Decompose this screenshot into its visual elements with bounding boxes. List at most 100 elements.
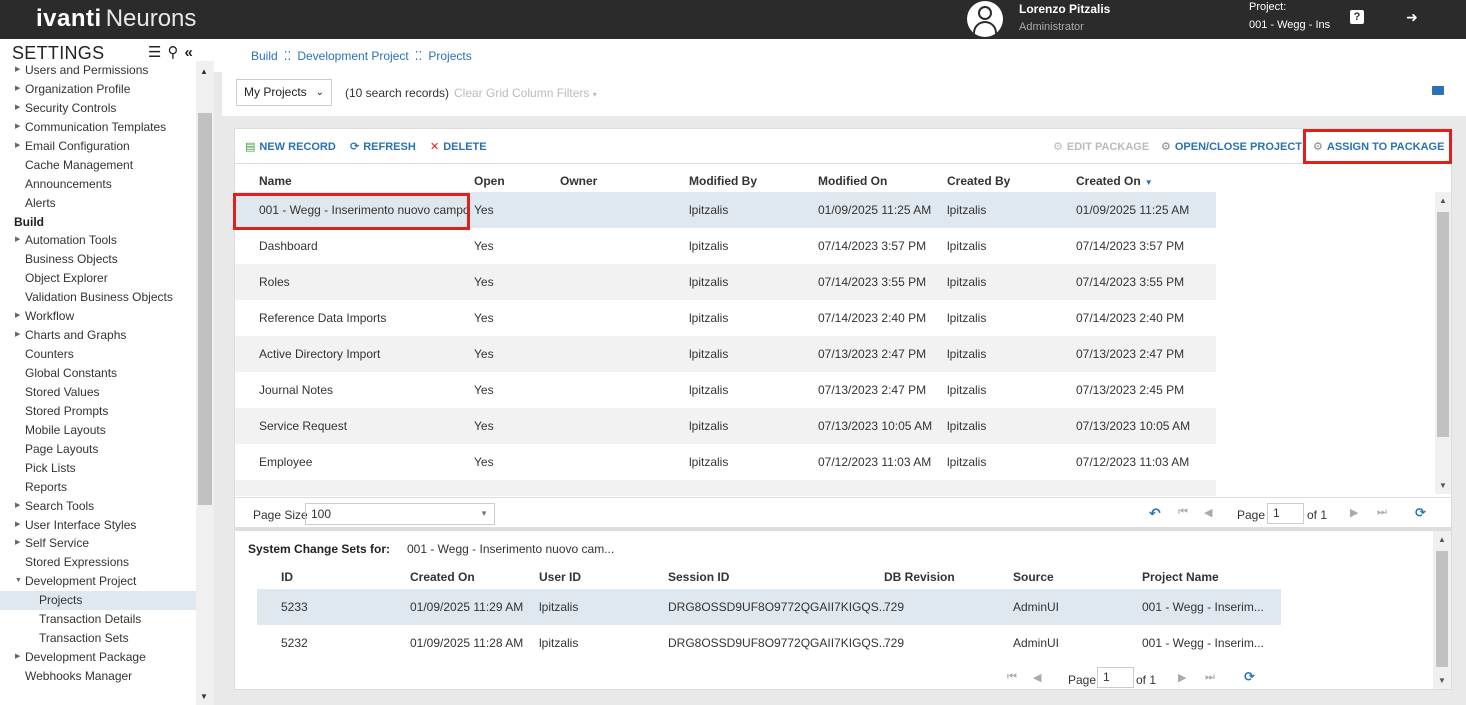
- caret-right-icon[interactable]: ▶: [15, 80, 20, 99]
- sidebar-item-communication-templates[interactable]: ▶ Communication Templates: [0, 118, 196, 137]
- sidebar-item-pick-lists[interactable]: Pick Lists: [0, 459, 196, 478]
- breadcrumb-development-project[interactable]: Development Project: [297, 49, 408, 63]
- table-row[interactable]: 5232 01/09/2025 11:28 AM lpitzalis DRG8OSSD…: [257, 625, 1281, 661]
- sidebar-item-object-explorer[interactable]: Object Explorer: [0, 269, 196, 288]
- search-icon[interactable]: ⚲: [167, 44, 178, 61]
- folder-icon[interactable]: [1432, 86, 1444, 95]
- scroll-up-icon[interactable]: ▲: [1438, 535, 1446, 544]
- sidebar-item-validation-business-objects[interactable]: Validation Business Objects: [0, 288, 196, 307]
- sidebar-item-development-project[interactable]: ▼ Development Project: [0, 572, 196, 591]
- grid-scrollbar[interactable]: ▲ ▼: [1435, 192, 1451, 494]
- column-created-on[interactable]: Created On ▼: [1076, 174, 1153, 188]
- column-modified-by[interactable]: Modified By: [689, 174, 757, 188]
- new-record-button[interactable]: ▤ NEW RECORD: [245, 140, 336, 153]
- caret-right-icon[interactable]: ▶: [15, 648, 20, 667]
- sidebar-item-reports[interactable]: Reports: [0, 478, 196, 497]
- table-row[interactable]: Employee Yes lpitzalis 07/12/2023 11:03 AM l…: [235, 444, 1216, 480]
- sidebar-item-users-and-permissions[interactable]: ▶ Users and Permissions: [0, 61, 196, 80]
- sidebar-item-alerts[interactable]: Alerts: [0, 194, 196, 213]
- caret-right-icon[interactable]: ▶: [15, 307, 20, 326]
- logout-icon[interactable]: ➜: [1405, 10, 1419, 24]
- column-modified-on[interactable]: Modified On: [818, 174, 887, 188]
- cs-column-id[interactable]: ID: [281, 570, 293, 584]
- sidebar-item-global-constants[interactable]: Global Constants: [0, 364, 196, 383]
- caret-right-icon[interactable]: ▶: [15, 231, 20, 250]
- sidebar-item-stored-prompts[interactable]: Stored Prompts: [0, 402, 196, 421]
- caret-right-icon[interactable]: ▶: [15, 137, 20, 156]
- cs-refresh-icon[interactable]: ⟳: [1244, 669, 1255, 685]
- column-created-by[interactable]: Created By: [947, 174, 1010, 188]
- sidebar-item-transaction-details[interactable]: Transaction Details: [0, 610, 196, 629]
- page-size-select[interactable]: 100 ▼: [305, 503, 495, 525]
- caret-right-icon[interactable]: ▶: [15, 497, 20, 516]
- sidebar-item-cache-management[interactable]: Cache Management: [0, 156, 196, 175]
- refresh-icon[interactable]: ⟳: [1415, 505, 1426, 521]
- view-selector[interactable]: My Projects ⌄: [236, 79, 332, 106]
- scrollbar-thumb[interactable]: [198, 113, 212, 505]
- table-row[interactable]: Active Directory Import Yes lpitzalis 07/13…: [235, 336, 1216, 372]
- cs-last-page-icon[interactable]: ⏭: [1205, 671, 1215, 684]
- edit-package-button[interactable]: ⚙ EDIT PACKAGE: [1053, 140, 1149, 153]
- sidebar-item-self-service[interactable]: ▶ Self Service: [0, 534, 196, 553]
- sidebar-item-announcements[interactable]: Announcements: [0, 175, 196, 194]
- page-input[interactable]: 1: [1267, 503, 1304, 524]
- sidebar-item-user-interface-styles[interactable]: ▶ User Interface Styles: [0, 516, 196, 535]
- change-sets-scrollbar[interactable]: ▲ ▼: [1433, 531, 1451, 689]
- undo-icon[interactable]: ↶: [1149, 505, 1161, 522]
- scroll-down-icon[interactable]: ▼: [1439, 481, 1447, 490]
- next-page-icon[interactable]: ▶: [1350, 506, 1358, 519]
- delete-button[interactable]: ✕ DELETE: [430, 140, 487, 153]
- sidebar-item-mobile-layouts[interactable]: Mobile Layouts: [0, 421, 196, 440]
- cs-page-input[interactable]: 1: [1097, 667, 1134, 688]
- cs-next-page-icon[interactable]: ▶: [1178, 671, 1186, 684]
- sidebar-item-charts-and-graphs[interactable]: ▶ Charts and Graphs: [0, 326, 196, 345]
- sidebar-scrollbar[interactable]: ▲ ▼: [196, 61, 214, 705]
- breadcrumb-build[interactable]: Build: [251, 49, 278, 63]
- scrollbar-thumb[interactable]: [1437, 212, 1449, 437]
- cs-column-source[interactable]: Source: [1013, 570, 1054, 584]
- sidebar-item-counters[interactable]: Counters: [0, 345, 196, 364]
- collapse-sidebar-icon[interactable]: «: [184, 44, 192, 61]
- sidebar-item-stored-values[interactable]: Stored Values: [0, 383, 196, 402]
- table-row[interactable]: Journal Notes Yes lpitzalis 07/13/2023 2:47…: [235, 372, 1216, 408]
- caret-right-icon[interactable]: ▶: [15, 326, 20, 345]
- caret-right-icon[interactable]: ▶: [15, 534, 20, 553]
- column-open[interactable]: Open: [474, 174, 505, 188]
- cs-column-session-id[interactable]: Session ID: [668, 570, 729, 584]
- open-close-project-button[interactable]: ⚙ OPEN/CLOSE PROJECT: [1161, 140, 1302, 153]
- cs-column-user-id[interactable]: User ID: [539, 570, 581, 584]
- user-name[interactable]: Lorenzo Pitzalis: [1019, 2, 1110, 16]
- first-page-icon[interactable]: ⏮: [1178, 506, 1188, 519]
- sidebar-item-business-objects[interactable]: Business Objects: [0, 250, 196, 269]
- current-project[interactable]: 001 - Wegg - Ins: [1249, 19, 1333, 31]
- scroll-up-icon[interactable]: ▲: [1439, 196, 1447, 205]
- list-filter-icon[interactable]: ☰: [148, 44, 161, 61]
- table-row[interactable]: 5233 01/09/2025 11:29 AM lpitzalis DRG8OSSD…: [257, 589, 1281, 625]
- sidebar-item-email-configuration[interactable]: ▶ Email Configuration: [0, 137, 196, 156]
- scroll-down-icon[interactable]: ▼: [1438, 676, 1446, 685]
- sidebar-item-stored-expressions[interactable]: Stored Expressions: [0, 553, 196, 572]
- sidebar-item-security-controls[interactable]: ▶ Security Controls: [0, 99, 196, 118]
- prev-page-icon[interactable]: ◀: [1204, 506, 1212, 519]
- cs-first-page-icon[interactable]: ⏮: [1007, 671, 1017, 684]
- cs-column-created-on[interactable]: Created On: [410, 570, 475, 584]
- clear-filters-link[interactable]: Clear Grid Column Filters ▾: [454, 86, 597, 100]
- sidebar-item-search-tools[interactable]: ▶ Search Tools: [0, 497, 196, 516]
- sidebar-item-projects[interactable]: Projects: [0, 591, 196, 611]
- cs-column-db-revision[interactable]: DB Revision: [884, 570, 955, 584]
- table-row[interactable]: Service Request Yes lpitzalis 07/13/2023 10…: [235, 408, 1216, 444]
- caret-right-icon[interactable]: ▶: [15, 61, 20, 80]
- refresh-button[interactable]: ⟳ REFRESH: [350, 140, 416, 153]
- sidebar-item-automation-tools[interactable]: ▶ Automation Tools: [0, 231, 196, 250]
- help-icon[interactable]: ?: [1350, 10, 1364, 24]
- scroll-up-icon[interactable]: ▲: [200, 67, 208, 76]
- column-owner[interactable]: Owner: [560, 174, 597, 188]
- brand-logo[interactable]: ivanti Neurons: [36, 4, 196, 34]
- last-page-icon[interactable]: ⏭: [1377, 506, 1387, 519]
- column-name[interactable]: Name: [259, 174, 292, 188]
- caret-right-icon[interactable]: ▶: [15, 118, 20, 137]
- sidebar-item-webhooks-manager[interactable]: Webhooks Manager: [0, 667, 196, 686]
- caret-right-icon[interactable]: ▶: [15, 516, 20, 535]
- breadcrumb-projects[interactable]: Projects: [428, 49, 471, 63]
- sidebar-item-transaction-sets[interactable]: Transaction Sets: [0, 629, 196, 648]
